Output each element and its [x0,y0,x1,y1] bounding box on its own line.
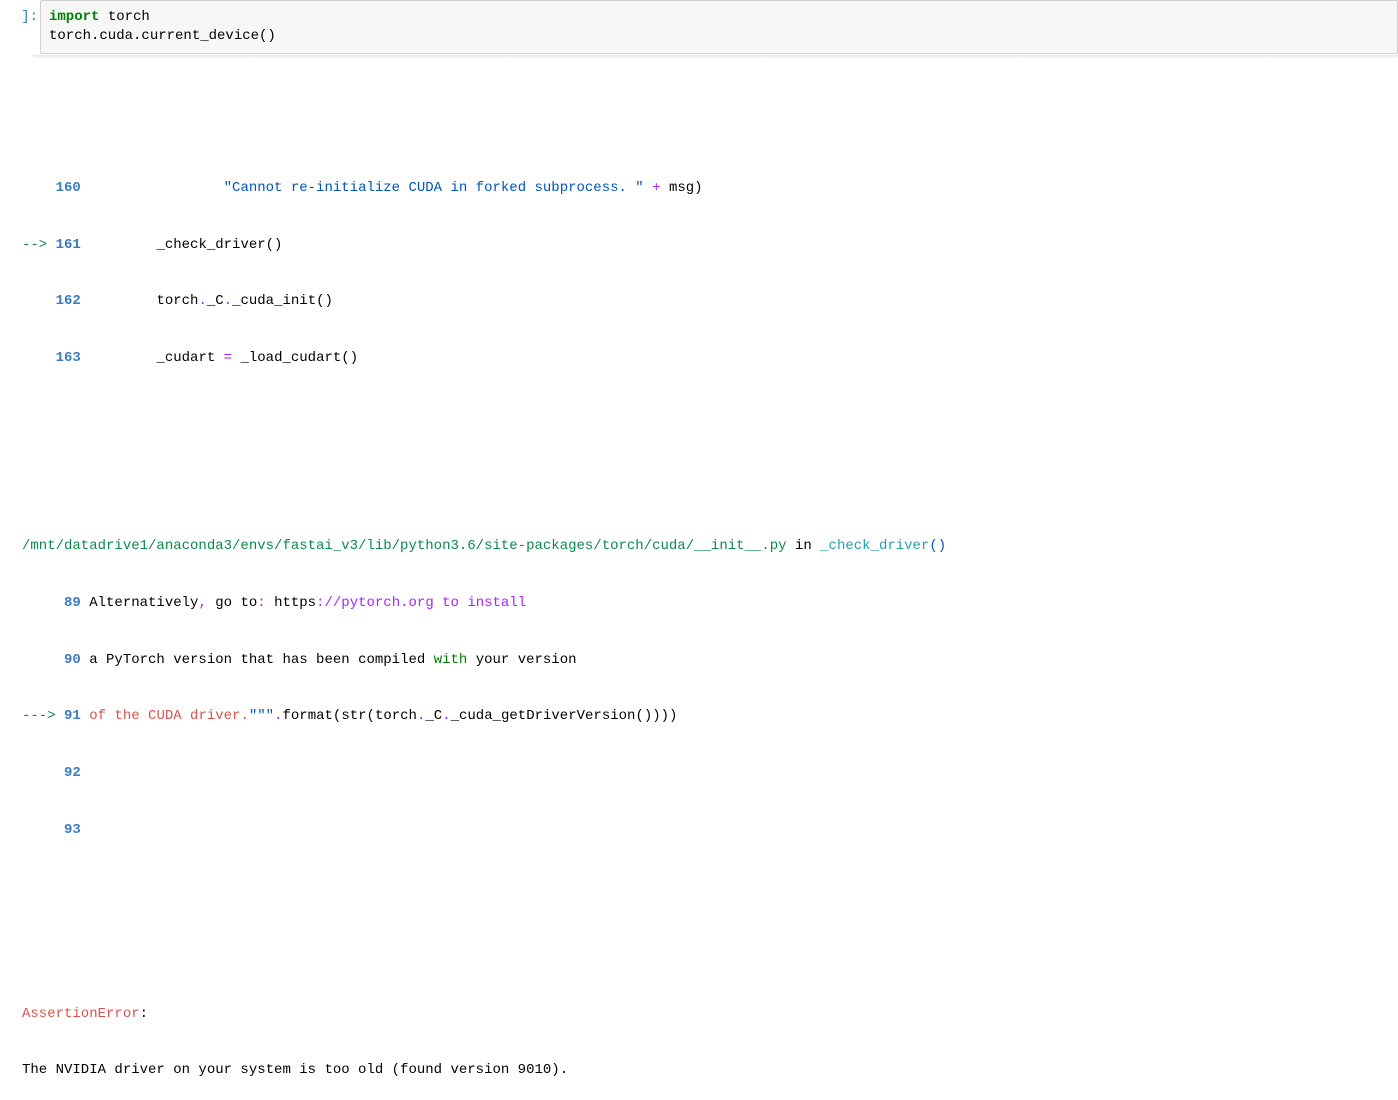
line-number: 161 [56,237,90,253]
text: go to [207,595,257,611]
line-number: 160 [22,180,89,196]
function-call: _cuda_getDriverVersion [451,708,636,724]
function-call: _load_cudart [240,350,341,366]
line-number: 89 [22,595,89,611]
dot: . [224,293,232,309]
indent [89,293,156,309]
identifier: _C [425,708,442,724]
paren: () [316,293,333,309]
identifier: torch [375,708,417,724]
identifier: torch [156,293,198,309]
arrow-icon: --> [22,237,56,253]
line-number: 162 [22,293,89,309]
arrow-icon: ---> [22,708,64,724]
paren: ( [333,708,341,724]
indent [89,180,223,196]
text: a PyTorch version that has been compiled [89,652,433,668]
cell-prompt: ]: [0,0,40,54]
identifier: _cudart [156,350,223,366]
tb-line: 89 Alternatively, go to: https://pytorch… [22,594,1398,613]
tb-line: 163 _cudart = _load_cudart() [22,349,1398,368]
line-number: 90 [22,652,89,668]
text: your version [467,652,576,668]
dot: . [417,708,425,724]
paren: ( [367,708,375,724]
paren-close: ) [694,180,702,196]
tb-line: 160 "Cannot re-initialize CUDA in forked… [22,179,1398,198]
line-number: 91 [64,708,89,724]
tb-line-current: ---> 91 of the CUDA driver.""".format(st… [22,707,1398,726]
tb-line-current: --> 161 _check_driver() [22,236,1398,255]
text: https [266,595,316,611]
text: //pytorch.org to install [325,595,527,611]
code-editor[interactable]: import torch torch.cuda.current_device() [40,0,1398,54]
tb-file-header: /mnt/datadrive1/anaconda3/envs/fastai_v3… [22,537,1398,556]
tb-line: 93 [22,821,1398,840]
operator-equals: = [224,350,232,366]
dot: . [274,708,282,724]
module-name: torch [99,9,149,25]
line-number: 163 [22,350,89,366]
dot: . [198,293,206,309]
text: Alternatively [89,595,198,611]
code-line: import torch [49,8,1389,27]
cell-output: 160 "Cannot re-initialize CUDA in forked… [0,54,1398,1100]
in-text: in [787,538,821,554]
keyword-with: with [434,652,468,668]
tb-line: 90 a PyTorch version that has been compi… [22,651,1398,670]
notebook-cell: ]: import torch torch.cuda.current_devic… [0,0,1398,1100]
code-cell: ]: import torch torch.cuda.current_devic… [0,0,1398,54]
tb-line: 92 [22,764,1398,783]
function-call: _check_driver [156,237,265,253]
code-line: torch.cuda.current_device() [49,27,1389,46]
paren: () [341,350,358,366]
function-call: _cuda_init [232,293,316,309]
tb-line: 162 torch._C._cuda_init() [22,292,1398,311]
function-call: format [283,708,333,724]
file-path: /mnt/datadrive1/anaconda3/envs/fastai_v3… [22,538,787,554]
traceback-frame: /mnt/datadrive1/anaconda3/envs/fastai_v3… [22,499,1398,877]
paren: ())) [635,708,669,724]
triple-quote: """ [249,708,274,724]
text: of the CUDA driver. [89,708,249,724]
function-name: _check_driver [820,538,929,554]
paren: () [929,538,946,554]
colon: : [316,595,324,611]
paren: ) [669,708,677,724]
colon: : [140,1006,157,1022]
operator-plus: + [644,180,669,196]
indent [89,350,156,366]
error-header: AssertionError: [22,1005,1398,1024]
function-call: str [341,708,366,724]
comma: , [198,595,206,611]
exception-name: AssertionError [22,1006,140,1022]
keyword-import: import [49,9,99,25]
string-literal: "Cannot re-initialize CUDA in forked sub… [224,180,644,196]
paren: () [266,237,283,253]
indent [89,237,156,253]
dot: . [442,708,450,724]
error-message: AssertionError: The NVIDIA driver on you… [22,967,1398,1100]
colon: : [257,595,265,611]
traceback-frame: 160 "Cannot re-initialize CUDA in forked… [22,141,1398,405]
error-text: The NVIDIA driver on your system is too … [22,1061,1398,1080]
identifier: msg [669,180,694,196]
line-number: 92 [22,765,89,781]
line-number: 93 [22,822,89,838]
identifier: _C [207,293,224,309]
